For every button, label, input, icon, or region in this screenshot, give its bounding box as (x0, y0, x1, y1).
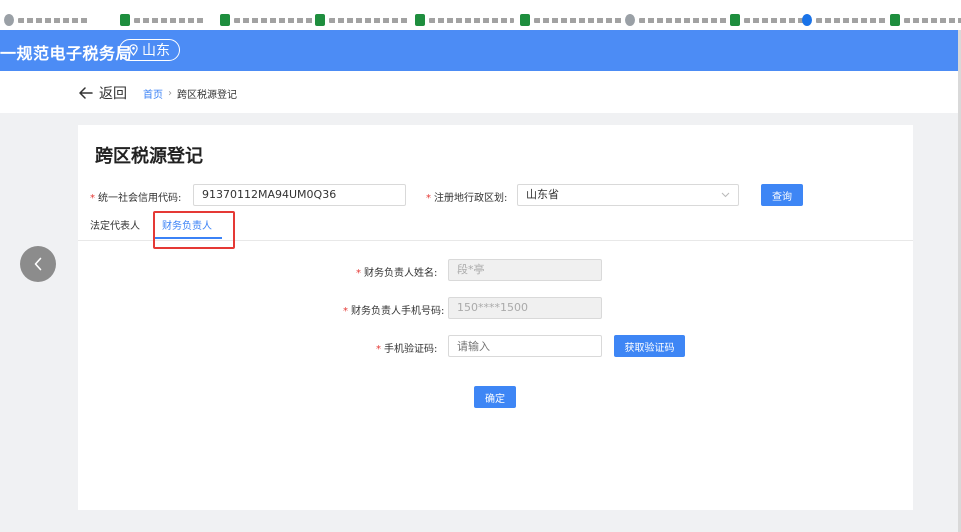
location-pin-icon (129, 44, 138, 56)
bookmarks-bar (0, 0, 961, 30)
site-brand: 一规范电子税务局 (0, 44, 133, 63)
chevron-down-icon (721, 192, 730, 198)
credit-code-input[interactable]: 91370112MA94UM0Q36 (193, 184, 406, 206)
finance-phone-label: * 财务负责人手机号码: (343, 306, 445, 317)
verification-code-input[interactable] (448, 335, 602, 357)
breadcrumb-separator-icon: › (168, 88, 172, 99)
region-select-label: * 注册地行政区划: (426, 193, 508, 204)
finance-phone-input[interactable]: 150****1500 (448, 297, 602, 319)
region-label: 山东 (142, 43, 170, 59)
verification-code-label: * 手机验证码: (376, 344, 438, 355)
bookmark-item[interactable] (730, 12, 804, 28)
query-button[interactable]: 查询 (761, 184, 803, 206)
breadcrumb-home[interactable]: 首页 (143, 86, 163, 101)
bookmark-item[interactable] (802, 12, 886, 28)
page-title: 跨区税源登记 (95, 146, 203, 167)
breadcrumb: 首页 › 跨区税源登记 (143, 86, 237, 101)
bookmark-item[interactable] (4, 12, 88, 28)
site-header: 一规范电子税务局 山东 (0, 30, 958, 71)
highlight-annotation (153, 211, 235, 249)
get-code-button[interactable]: 获取验证码 (614, 335, 685, 357)
back-button[interactable]: 返回 (79, 83, 127, 103)
bookmark-item[interactable] (520, 12, 624, 28)
finance-name-label: * 财务负责人姓名: (356, 268, 438, 279)
bookmark-item[interactable] (120, 12, 204, 28)
registration-card: 跨区税源登记 * 统一社会信用代码: 91370112MA94UM0Q36 * 注册… (78, 125, 913, 510)
bookmark-item[interactable] (220, 12, 314, 28)
region-switcher[interactable]: 山东 (119, 39, 180, 61)
chevron-left-icon (34, 257, 42, 271)
nav-bar: 返回 首页 › 跨区税源登记 (0, 71, 958, 113)
breadcrumb-current: 跨区税源登记 (177, 90, 237, 101)
arrow-left-icon (79, 87, 93, 99)
bookmark-item[interactable] (415, 12, 514, 28)
credit-code-label: * 统一社会信用代码: (90, 193, 182, 204)
confirm-button[interactable]: 确定 (474, 386, 516, 408)
bookmark-item[interactable] (625, 12, 729, 28)
back-label: 返回 (99, 86, 127, 102)
bookmark-item[interactable] (890, 12, 961, 28)
bookmark-item[interactable] (315, 12, 409, 28)
previous-page-button[interactable] (20, 246, 56, 282)
region-select[interactable]: 山东省 (517, 184, 739, 206)
tab-legal-representative[interactable]: 法定代表人 (90, 217, 140, 232)
finance-name-input[interactable]: 段*亭 (448, 259, 602, 281)
